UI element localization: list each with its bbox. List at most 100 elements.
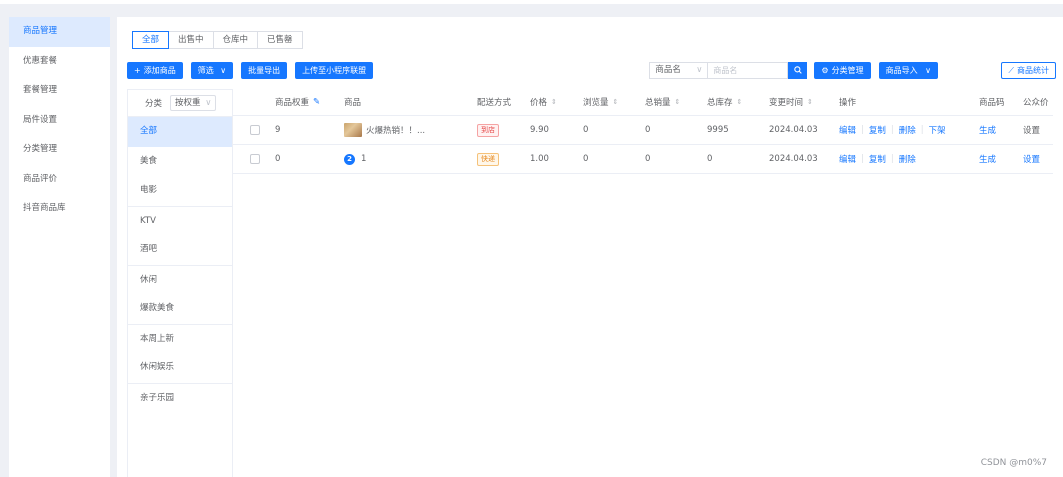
- col-stock[interactable]: 总库存 ⇕: [707, 89, 742, 115]
- category-item-ktv[interactable]: KTV: [128, 205, 232, 236]
- col-delivery: 配送方式: [477, 98, 512, 108]
- row-views: 0: [583, 154, 589, 164]
- sidebar-item-goods[interactable]: 商品管理: [9, 17, 110, 47]
- row-checkbox[interactable]: [250, 154, 260, 164]
- product-name: 火爆热销！！...: [366, 126, 426, 136]
- category-header-label: 分类: [145, 99, 163, 109]
- sidebar-item-douyin-library[interactable]: 抖音商品库: [9, 194, 110, 224]
- tab-all[interactable]: 全部: [132, 31, 170, 49]
- row-public-price[interactable]: 设置: [1023, 116, 1040, 144]
- col-stock-label: 总库存: [707, 98, 733, 108]
- category-item-food[interactable]: 美食: [128, 147, 232, 177]
- col-actions: 操作: [839, 98, 857, 108]
- category-item-entertainment[interactable]: 休闲娱乐: [128, 353, 232, 383]
- copy-link[interactable]: 复制: [869, 153, 886, 165]
- row-sales: 0: [645, 154, 651, 164]
- generate-code-link[interactable]: 生成: [979, 124, 996, 136]
- row-product[interactable]: 火爆热销！！...: [344, 116, 425, 144]
- search-field-select[interactable]: 商品名 ∨: [649, 62, 708, 79]
- generate-code-link[interactable]: 生成: [979, 153, 996, 165]
- chevron-down-icon: ∨: [925, 66, 931, 75]
- col-updated[interactable]: 变更时间 ⇕: [769, 89, 813, 115]
- sidebar-item-reviews[interactable]: 商品评价: [9, 165, 110, 195]
- category-item-new-this-week[interactable]: 本周上新: [128, 323, 232, 354]
- category-header: 分类 按权重 ∨: [128, 90, 232, 117]
- divider: |: [861, 125, 864, 135]
- row-product[interactable]: 2 1: [344, 145, 366, 173]
- col-weight-label: 商品权重: [275, 98, 310, 108]
- product-import-button[interactable]: 商品导入 ∨: [878, 62, 938, 79]
- col-sales[interactable]: 总销量 ⇕: [645, 89, 680, 115]
- category-item-hot-food[interactable]: 爆款美食: [128, 294, 232, 324]
- category-item-leisure[interactable]: 休闲: [128, 264, 232, 295]
- chevron-down-icon: ∨: [220, 66, 227, 75]
- divider: |: [920, 125, 924, 135]
- filter-button[interactable]: 筛选 ∨: [190, 62, 234, 79]
- category-manage-label: 分类管理: [831, 66, 864, 75]
- row-sales: 0: [645, 125, 651, 135]
- delete-link[interactable]: 删除: [899, 124, 916, 136]
- search-button[interactable]: [788, 62, 808, 79]
- delivery-tag: 快递: [477, 152, 499, 166]
- sidebar-item-settings[interactable]: 局件设置: [9, 106, 110, 136]
- copy-link[interactable]: 复制: [869, 124, 886, 136]
- set-public-price-link[interactable]: 设置: [1023, 153, 1040, 165]
- row-weight: 9: [275, 125, 281, 135]
- batch-export-button[interactable]: 批量导出: [241, 62, 288, 79]
- status-tabs: 全部 出售中 仓库中 已售罄: [132, 31, 303, 49]
- category-item-bar[interactable]: 酒吧: [128, 235, 232, 265]
- row-price: 9.90: [530, 125, 549, 135]
- category-sort-select[interactable]: 按权重 ∨: [170, 95, 217, 111]
- sidebar-item-package-manage[interactable]: 套餐管理: [9, 76, 110, 106]
- row-code-cell: 生成: [979, 116, 996, 144]
- col-product: 商品: [344, 98, 362, 108]
- col-weight[interactable]: 商品权重 ✎: [275, 89, 320, 115]
- upload-mini-program-button[interactable]: 上传至小程序联盟: [295, 62, 374, 79]
- divider: |: [890, 154, 894, 164]
- sort-icon: ⇕: [674, 98, 681, 106]
- edit-link[interactable]: 编辑: [839, 153, 856, 165]
- category-item-movie[interactable]: 电影: [128, 176, 232, 206]
- category-item-kids-park[interactable]: 亲子乐园: [128, 382, 232, 413]
- product-import-label: 商品导入: [885, 66, 918, 75]
- gear-icon: ⚙: [821, 66, 829, 75]
- tab-on-sale[interactable]: 出售中: [168, 31, 214, 49]
- category-manage-button[interactable]: ⚙ 分类管理: [814, 62, 871, 79]
- col-code: 商品码: [979, 98, 1005, 108]
- tab-in-stock[interactable]: 仓库中: [212, 31, 259, 49]
- row-views: 0: [583, 125, 589, 135]
- col-views-label: 浏览量: [583, 98, 609, 108]
- col-public-price: 公众价: [1023, 98, 1049, 108]
- edit-link[interactable]: 编辑: [839, 124, 856, 136]
- row-checkbox[interactable]: [250, 125, 260, 135]
- col-price-label: 价格: [530, 98, 548, 108]
- tab-sold-out[interactable]: 已售罄: [257, 31, 303, 49]
- table-header: 商品权重 ✎ 商品 配送方式 价格 ⇕ 浏览量 ⇕ 总销量 ⇕ 总库存 ⇕ 变更时间 ⇕ …: [233, 89, 1053, 116]
- row-actions: 编辑 | 复制 | 删除: [839, 145, 916, 173]
- unlist-link[interactable]: 下架: [929, 124, 946, 136]
- sidebar: 商品管理 优惠套餐 套餐管理 局件设置 分类管理 商品评价 抖音商品库: [9, 17, 110, 477]
- row-code-cell: 生成: [979, 145, 996, 173]
- row-delivery: 到店: [477, 116, 499, 144]
- sidebar-item-discount-package[interactable]: 优惠套餐: [9, 47, 110, 77]
- add-product-button[interactable]: + 添加商品: [127, 62, 183, 79]
- product-stats-label: 商品统计: [1017, 66, 1049, 75]
- product-stats-button[interactable]: ⟋ 商品统计: [1001, 62, 1056, 79]
- sort-icon: ⇕: [736, 98, 743, 106]
- divider: |: [861, 154, 864, 164]
- toolbar: + 添加商品 筛选 ∨ 批量导出 上传至小程序联盟: [127, 62, 381, 79]
- search-icon: [794, 65, 802, 74]
- top-strip: [0, 0, 1063, 4]
- col-price[interactable]: 价格 ⇕: [530, 89, 557, 115]
- search-input[interactable]: [707, 62, 789, 79]
- sidebar-item-category[interactable]: 分类管理: [9, 135, 110, 165]
- col-views[interactable]: 浏览量 ⇕: [583, 89, 618, 115]
- category-item-all[interactable]: 全部: [128, 117, 232, 147]
- row-stock: 9995: [707, 125, 729, 135]
- delete-link[interactable]: 删除: [899, 153, 916, 165]
- search-field-label: 商品名: [655, 65, 681, 75]
- sort-icon: ⇕: [551, 98, 557, 106]
- product-name: 1: [361, 154, 367, 164]
- edit-icon[interactable]: ✎: [313, 97, 320, 107]
- product-thumbnail: [344, 123, 362, 137]
